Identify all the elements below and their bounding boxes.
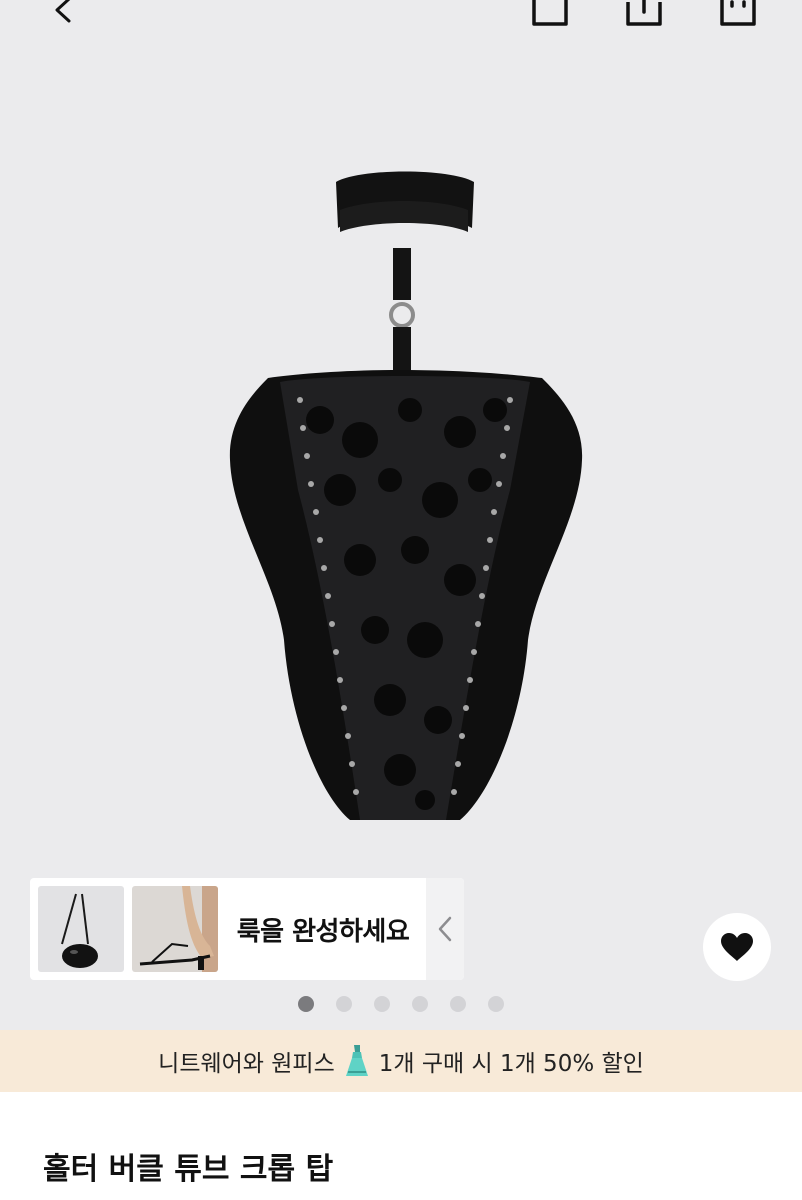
complete-the-look-card[interactable]: 룩을 완성하세요 xyxy=(30,878,464,980)
back-button[interactable] xyxy=(38,0,86,34)
chevron-left-icon xyxy=(438,916,452,942)
promo-text-after: 1개 구매 시 1개 50% 할인 xyxy=(378,1051,644,1077)
pagination-dot[interactable] xyxy=(336,996,352,1012)
promo-banner[interactable]: 니트웨어와 원피스 1개 구매 시 1개 50% 할인 xyxy=(0,1030,802,1092)
complete-the-look-arrow[interactable] xyxy=(426,878,464,980)
wishlist-button[interactable] xyxy=(703,913,771,981)
pagination-dot[interactable] xyxy=(298,996,314,1012)
pagination-dot[interactable] xyxy=(374,996,390,1012)
gallery-pagination xyxy=(298,996,504,1012)
product-image xyxy=(229,171,583,820)
handbag-image xyxy=(61,893,98,968)
heart-icon xyxy=(721,933,753,961)
save-button[interactable] xyxy=(526,0,574,34)
bookmark-icon xyxy=(532,0,568,26)
pagination-dot[interactable] xyxy=(412,996,428,1012)
bag-thumbnail[interactable] xyxy=(38,886,124,972)
pagination-dot[interactable] xyxy=(488,996,504,1012)
pagination-dot[interactable] xyxy=(450,996,466,1012)
share-button[interactable] xyxy=(620,0,668,34)
product-title: 홀터 버클 튜브 크롭 탑 xyxy=(43,1152,334,1187)
shopping-bag-icon xyxy=(720,0,756,26)
chevron-left-icon xyxy=(55,0,71,23)
cart-button[interactable] xyxy=(714,0,762,34)
dress-emoji-icon xyxy=(345,1045,368,1076)
product-page: 룩을 완성하세요 니트웨어와 원피스 1개 구매 시 1개 50% 할인 홀터 … xyxy=(0,0,802,1200)
complete-the-look-label: 룩을 완성하세요 xyxy=(236,916,410,947)
promo-text-before: 니트웨어와 원피스 xyxy=(158,1051,335,1077)
share-icon xyxy=(626,0,662,26)
sandal-thumbnail[interactable] xyxy=(132,886,218,972)
product-image-gallery[interactable]: 룩을 완성하세요 xyxy=(0,0,802,1030)
top-bar xyxy=(0,0,802,40)
sandal-image xyxy=(139,886,218,972)
